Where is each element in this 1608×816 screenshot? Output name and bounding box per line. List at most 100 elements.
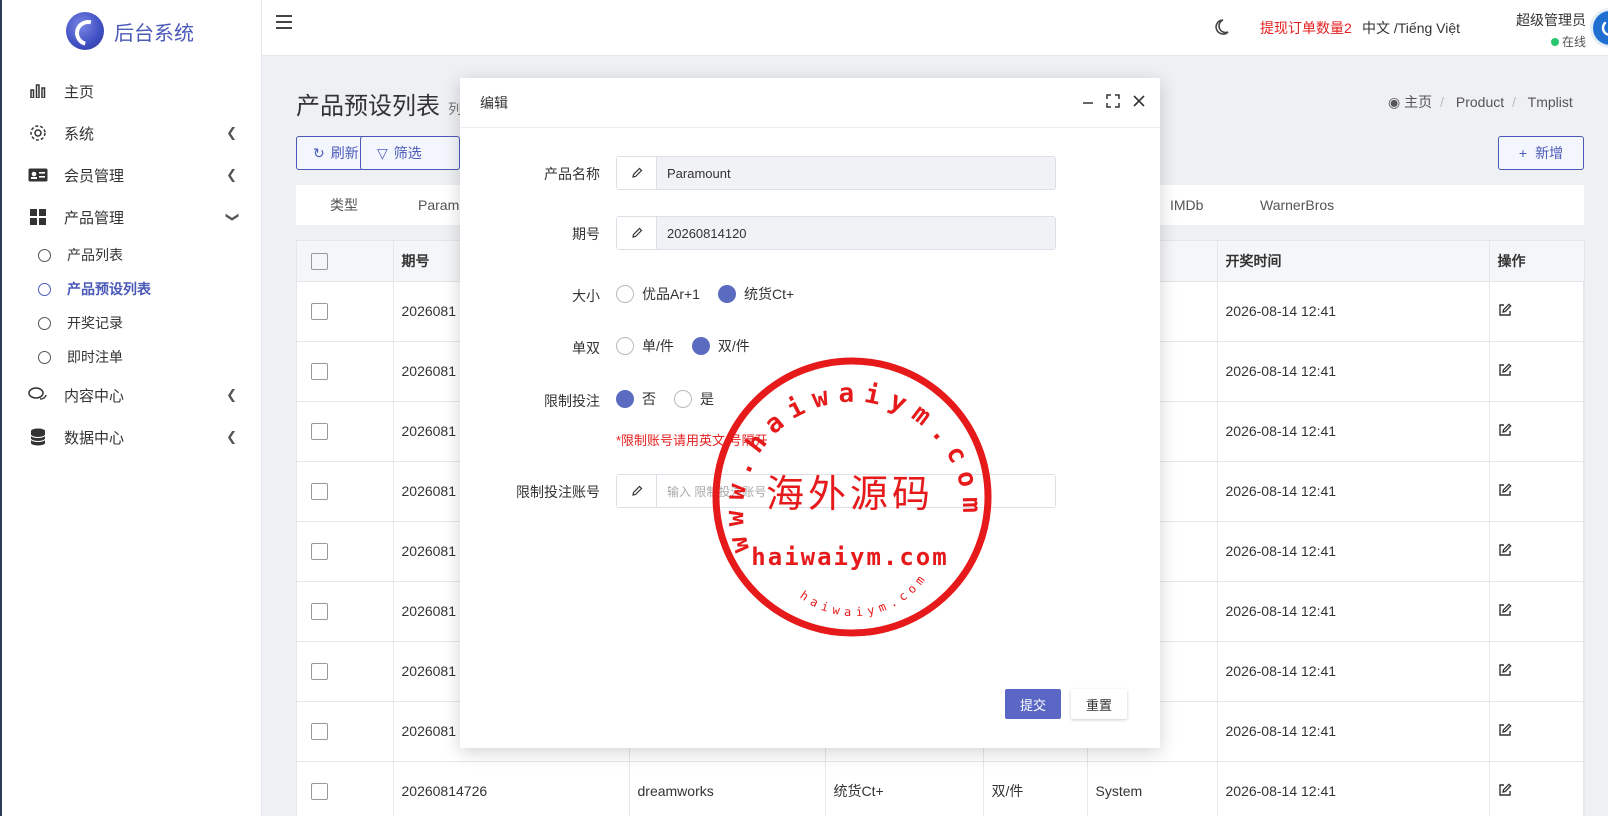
power-icon[interactable] [1590, 8, 1608, 48]
add-label: 新增 [1535, 145, 1564, 161]
limit-accounts-field[interactable]: 输入 限制投注账号 [616, 474, 1056, 508]
breadcrumb-product[interactable]: Product [1456, 94, 1504, 110]
modal-tools [1082, 94, 1146, 111]
radio-checked-icon [717, 285, 736, 303]
edit-icon[interactable] [1498, 302, 1512, 320]
submenu-label: 开奖记录 [67, 315, 123, 331]
sidebar-item-home[interactable]: 主页 [2, 70, 261, 112]
sidebar-item-label: 会员管理 [64, 167, 125, 185]
radio-checked-icon [691, 337, 710, 355]
sidebar-item-products[interactable]: 产品管理 ❮ [2, 196, 261, 238]
row-checkbox[interactable] [311, 782, 328, 800]
parity-option-double[interactable]: 双/件 [691, 336, 750, 356]
parity-label: 单双 [572, 340, 600, 356]
row-checkbox[interactable] [311, 362, 328, 380]
size-option-standard[interactable]: 统货Ct+ [717, 284, 794, 304]
edit-icon[interactable] [1498, 662, 1512, 680]
cell-time: 2026-08-14 12:41 [1217, 701, 1490, 762]
close-icon[interactable] [1132, 94, 1146, 111]
row-checkbox[interactable] [311, 662, 328, 680]
row-checkbox[interactable] [311, 722, 328, 740]
edit-icon[interactable] [1498, 542, 1512, 560]
edit-icon[interactable] [1498, 782, 1512, 800]
sidebar-item-live-bets[interactable]: 即时注单 [2, 340, 261, 374]
sidebar-item-content[interactable]: 内容中心 ❮ [2, 374, 261, 416]
size-radios: 优品Ar+1 统货Ct+ [616, 284, 812, 304]
limit-option-yes[interactable]: 是 [674, 389, 714, 409]
cell-time: 2026-08-14 12:41 [1217, 761, 1490, 816]
row-cell [297, 521, 394, 582]
row-checkbox[interactable] [311, 302, 328, 320]
circle-icon [38, 248, 51, 262]
sidebar-item-label: 内容中心 [64, 387, 125, 405]
product-name-row: 产品名称 Paramount [460, 156, 1160, 190]
sidebar-item-members[interactable]: 会员管理 ❮ [2, 154, 261, 196]
row-cell [297, 281, 394, 342]
withdraw-order-alert[interactable]: 提现订单数量2 [1260, 18, 1352, 38]
period-input[interactable]: 20260814120 [657, 217, 1055, 249]
moon-icon[interactable] [1214, 17, 1234, 40]
menu-toggle-icon[interactable] [276, 15, 292, 29]
table-row[interactable]: 20260814726 dreamworks 统货Ct+ 双/件 System 2026-… [297, 761, 1585, 816]
filter-tab[interactable]: WarnerBros [1260, 197, 1334, 213]
add-button[interactable]: + 新增 [1498, 136, 1584, 170]
radio-label: 双/件 [717, 338, 750, 354]
breadcrumb-home[interactable]: 主页 [1404, 94, 1432, 110]
filter-button[interactable]: ▽ 筛选 [360, 136, 460, 170]
sidebar-item-system[interactable]: 系统 ❮ [2, 112, 261, 154]
modal-header: 编辑 [460, 78, 1160, 128]
submit-button[interactable]: 提交 [1005, 689, 1061, 719]
breadcrumb-tmplist: Tmplist [1527, 94, 1573, 110]
user-info[interactable]: 超级管理员 在线 [1482, 10, 1586, 50]
limit-radios: 否 是 [616, 389, 732, 409]
id-card-icon [28, 165, 48, 185]
edit-icon[interactable] [1498, 482, 1512, 500]
radio-icon [616, 337, 634, 355]
product-name-label: 产品名称 [544, 166, 600, 182]
limit-hint: *限制账号请用英文,号隔开 [616, 433, 768, 448]
brand[interactable]: 后台系统 [2, 0, 261, 62]
sidebar: 后台系统 主页 系统 ❮ 会员管理 ❮ 产品管理 ❮ 产品列表 产品预设列表 开… [0, 0, 262, 816]
limit-option-no[interactable]: 否 [616, 389, 656, 409]
row-checkbox[interactable] [311, 602, 328, 620]
sidebar-item-data[interactable]: 数据中心 ❮ [2, 416, 261, 458]
sidebar-item-product-list[interactable]: 产品列表 [2, 238, 261, 272]
radio-label: 是 [700, 391, 714, 407]
filter-tab[interactable]: Param [418, 197, 459, 213]
size-option-premium[interactable]: 优品Ar+1 [616, 284, 700, 304]
row-checkbox[interactable] [311, 422, 328, 440]
period-row: 期号 20260814120 [460, 216, 1160, 250]
maximize-icon[interactable] [1106, 94, 1120, 111]
product-name-input[interactable]: Paramount [657, 157, 1055, 189]
sidebar-item-product-preset-list[interactable]: 产品预设列表 [2, 272, 261, 306]
cell-parity: 双/件 [983, 761, 1088, 816]
edit-icon[interactable] [1498, 722, 1512, 740]
column-header[interactable]: 开奖时间 [1217, 241, 1490, 282]
filter-tab[interactable]: IMDb [1170, 197, 1203, 213]
plus-icon: + [1518, 145, 1528, 161]
sidebar-menu: 主页 系统 ❮ 会员管理 ❮ 产品管理 ❮ 产品列表 产品预设列表 开奖记录 即… [2, 70, 261, 458]
chevron-left-icon: ❮ [226, 167, 237, 182]
sidebar-item-draw-records[interactable]: 开奖记录 [2, 306, 261, 340]
edit-icon[interactable] [1498, 422, 1512, 440]
reset-button[interactable]: 重置 [1071, 689, 1127, 719]
select-all-checkbox[interactable] [311, 252, 328, 270]
product-name-field[interactable]: Paramount [616, 156, 1056, 190]
radio-icon [616, 285, 634, 303]
period-field[interactable]: 20260814120 [616, 216, 1056, 250]
language-switch[interactable]: 中文 /Tiếng Việt [1362, 18, 1460, 38]
cell-time: 2026-08-14 12:41 [1217, 521, 1490, 582]
filter-tab[interactable]: 类型 [330, 195, 358, 215]
row-checkbox[interactable] [311, 482, 328, 500]
circle-icon [38, 316, 51, 330]
edit-icon[interactable] [1498, 362, 1512, 380]
user-status-text: 在线 [1561, 35, 1586, 49]
cell-time: 2026-08-14 12:41 [1217, 641, 1490, 702]
cell-time: 2026-08-14 12:41 [1217, 461, 1490, 522]
minimize-icon[interactable] [1082, 94, 1094, 111]
edit-icon[interactable] [1498, 602, 1512, 620]
column-header: 操作 [1489, 241, 1585, 282]
limit-accounts-input[interactable]: 输入 限制投注账号 [657, 475, 1055, 507]
parity-option-single[interactable]: 单/件 [616, 336, 674, 356]
row-checkbox[interactable] [311, 542, 328, 560]
